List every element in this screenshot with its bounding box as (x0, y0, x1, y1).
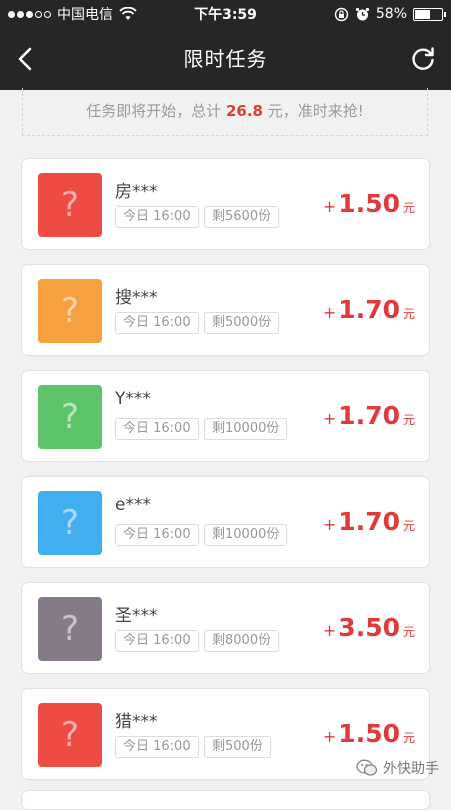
task-list: ? 房*** 今日 16:00 剩5600份 + 1.50 元 ? 搜*** 今… (21, 158, 430, 794)
task-icon: ? (38, 173, 102, 237)
reward-unit: 元 (402, 519, 415, 533)
task-reward: + 1.50 元 (323, 189, 415, 218)
task-icon: ? (38, 597, 102, 661)
task-card[interactable]: ? 搜*** 今日 16:00 剩5000份 + 1.70 元 (21, 264, 430, 356)
task-reward: + 1.70 元 (323, 295, 415, 324)
task-name: 猎*** (115, 712, 158, 732)
reward-value: 1.70 (338, 507, 400, 536)
reward-plus: + (322, 197, 337, 216)
task-card[interactable]: ? 圣*** 今日 16:00 剩8000份 + 3.50 元 (21, 582, 430, 674)
reward-plus: + (322, 515, 337, 534)
reward-value: 1.70 (338, 295, 400, 324)
question-mark-icon: ? (60, 503, 80, 543)
question-mark-icon: ? (60, 185, 80, 225)
reward-unit: 元 (402, 731, 415, 745)
task-card-partial[interactable] (21, 790, 430, 810)
task-remaining: 剩5000份 (204, 312, 280, 334)
question-mark-icon: ? (60, 609, 80, 649)
reward-plus: + (322, 303, 337, 322)
task-card[interactable]: ? 房*** 今日 16:00 剩5600份 + 1.50 元 (21, 158, 430, 250)
task-start-time: 今日 16:00 (115, 206, 199, 228)
alarm-icon (355, 7, 369, 20)
task-icon: ? (38, 385, 102, 449)
status-bar: 中国电信 下午3:59 58% (0, 0, 451, 28)
reward-plus: + (322, 727, 337, 746)
refresh-icon[interactable] (409, 45, 437, 73)
task-card[interactable]: ? e*** 今日 16:00 剩10000份 + 1.70 元 (21, 476, 430, 568)
task-card[interactable]: ? Y*** 今日 16:00 剩10000份 + 1.70 元 (21, 370, 430, 462)
banner-total-amount: 26.8 (225, 102, 263, 120)
task-reward: + 1.70 元 (323, 401, 415, 430)
reward-value: 1.50 (338, 189, 400, 218)
battery-percent: 58% (375, 6, 407, 22)
task-remaining: 剩10000份 (204, 418, 288, 440)
task-icon: ? (38, 279, 102, 343)
task-remaining: 剩8000份 (204, 630, 280, 652)
navigation-bar: 限时任务 (0, 28, 451, 90)
task-reward: + 1.70 元 (323, 507, 415, 536)
task-name: 房*** (115, 182, 158, 202)
question-mark-icon: ? (60, 715, 80, 755)
battery-icon (413, 7, 446, 21)
question-mark-icon: ? (60, 291, 80, 331)
task-remaining: 剩5600份 (204, 206, 280, 228)
task-start-time: 今日 16:00 (115, 418, 199, 440)
reward-plus: + (322, 621, 337, 640)
battery-level (415, 9, 431, 19)
question-mark-icon: ? (60, 397, 80, 437)
task-reward: + 3.50 元 (323, 613, 415, 642)
carrier-name: 中国电信 (57, 7, 113, 23)
reward-unit: 元 (402, 201, 415, 215)
task-name: 圣*** (115, 606, 158, 626)
task-remaining: 剩10000份 (204, 524, 288, 546)
wifi-icon (119, 7, 137, 20)
signal-strength-icon (8, 10, 51, 18)
task-start-time: 今日 16:00 (115, 524, 199, 546)
rotation-lock-icon (334, 7, 349, 21)
reward-unit: 元 (402, 625, 415, 639)
banner-suffix: 元，准时来抢! (263, 102, 364, 120)
task-icon: ? (38, 491, 102, 555)
reward-plus: + (322, 409, 337, 428)
task-name: 搜*** (115, 288, 158, 308)
reward-value: 1.70 (338, 401, 400, 430)
reward-value: 1.50 (338, 719, 400, 748)
reward-value: 3.50 (338, 613, 400, 642)
reward-unit: 元 (402, 413, 415, 427)
task-reward: + 1.50 元 (323, 719, 415, 748)
wechat-logo (356, 759, 378, 776)
total-reward-banner: 任务即将开始，总计 26.8 元，准时来抢! (22, 88, 428, 136)
watermark-text: 外快助手 (383, 761, 439, 777)
task-name: Y*** (115, 389, 151, 409)
banner-prefix: 任务即将开始，总计 (86, 102, 226, 120)
task-start-time: 今日 16:00 (115, 312, 199, 334)
task-start-time: 今日 16:00 (115, 736, 199, 758)
watermark: 外快助手 (356, 758, 439, 778)
page-title: 限时任务 (183, 47, 268, 71)
task-name: e*** (115, 495, 151, 515)
task-start-time: 今日 16:00 (115, 630, 199, 652)
task-remaining: 剩500份 (204, 736, 271, 758)
task-icon: ? (38, 703, 102, 767)
reward-unit: 元 (402, 307, 415, 321)
